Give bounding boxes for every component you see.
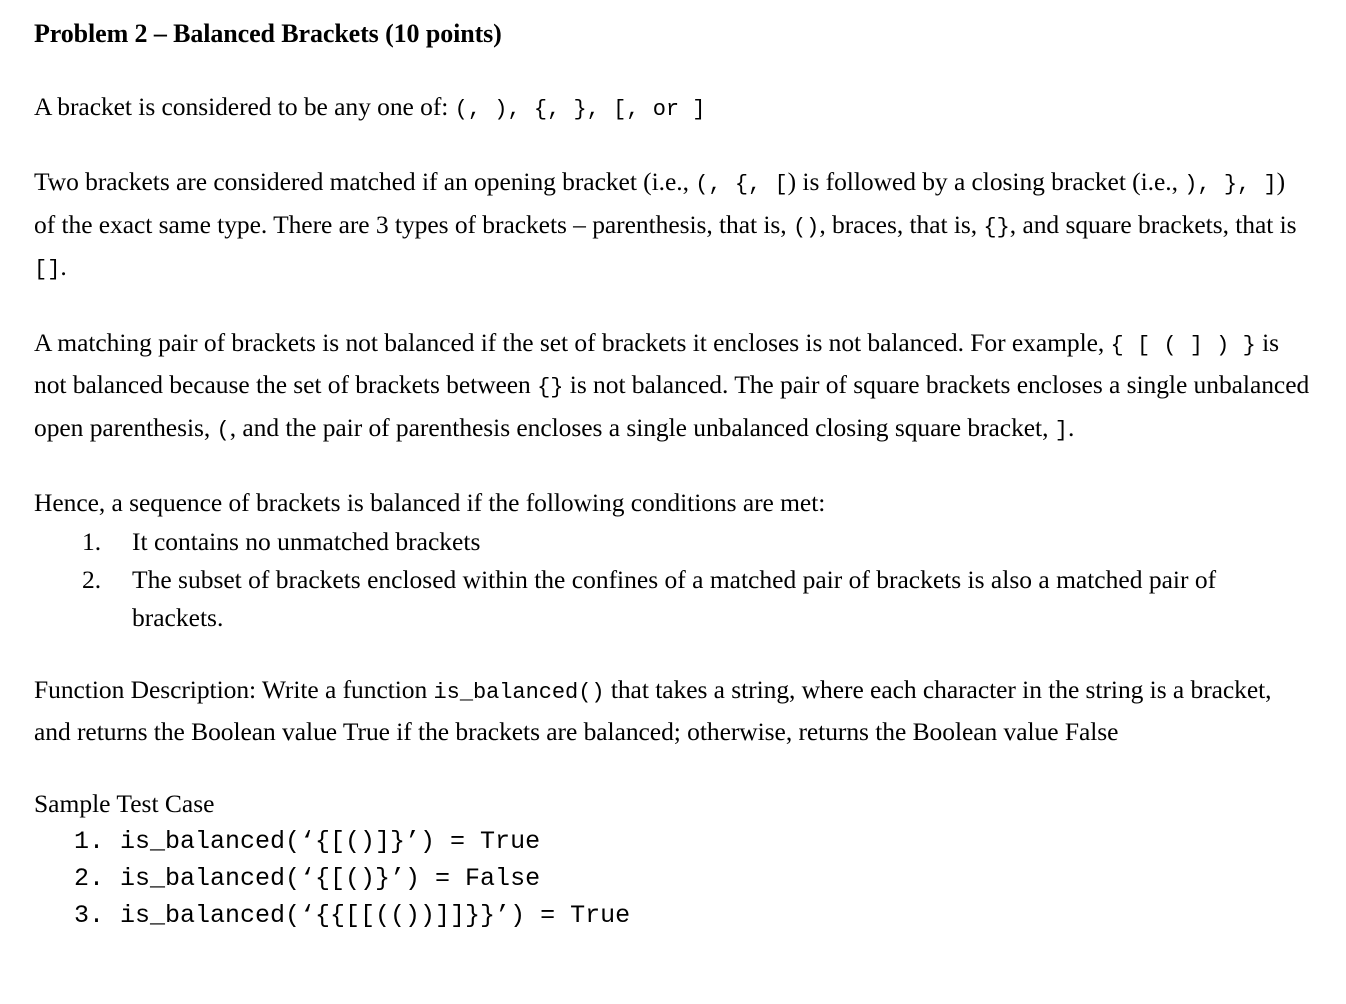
- paragraph-text: A bracket is considered to be any one of…: [34, 91, 455, 121]
- paragraph-unbalanced-example: A matching pair of brackets is not balan…: [34, 323, 1312, 451]
- test-case-text: is_balanced(‘{[()}’) = False: [120, 863, 541, 893]
- test-case-text: is_balanced(‘{[()]}’) = True: [120, 826, 541, 856]
- sample-test-case-heading: Sample Test Case: [34, 788, 215, 818]
- conditions-list: It contains no unmatched brackets The su…: [34, 523, 1312, 637]
- braces-mono: {}: [983, 214, 1010, 240]
- parenthesis-mono: (): [792, 214, 820, 240]
- paragraph-function-description: Function Description: Write a function i…: [34, 670, 1312, 752]
- close-square-mono: ]: [1054, 417, 1068, 443]
- paragraph-text: .: [60, 252, 67, 281]
- page-title: Problem 2 – Balanced Brackets (10 points…: [34, 19, 502, 48]
- paragraph-text: Two brackets are considered matched if a…: [34, 167, 696, 196]
- paragraph-matched-brackets: Two brackets are considered matched if a…: [34, 162, 1312, 290]
- list-item: is_balanced(‘{{[[(())]]}}’) = True: [34, 897, 1312, 934]
- open-brackets-mono: (, {, [: [695, 172, 788, 197]
- paragraph-text: , and the pair of parenthesis encloses a…: [229, 412, 1055, 442]
- test-case-list: is_balanced(‘{[()]}’) = True is_balanced…: [34, 823, 1312, 934]
- braces-mono: {}: [537, 375, 564, 400]
- list-item: It contains no unmatched brackets: [82, 523, 481, 561]
- function-name-mono: is_balanced(): [433, 679, 605, 705]
- document-page: Problem 2 – Balanced Brackets (10 points…: [0, 0, 1346, 934]
- test-case-text: is_balanced(‘{{[[(())]]}}’) = True: [120, 900, 631, 930]
- paragraph-text: , and square brackets, that is: [1009, 209, 1297, 239]
- list-item: is_balanced(‘{[()]}’) = True: [34, 823, 1312, 860]
- paragraph-text: , braces, that is,: [819, 209, 984, 239]
- paragraph-text: Function Description: Write a function: [34, 674, 434, 704]
- open-paren-mono: (: [216, 417, 230, 443]
- close-brackets-mono: ), }, ]: [1184, 172, 1277, 197]
- paragraph-text: .: [1067, 412, 1075, 442]
- paragraph-text: ) is followed by a closing bracket (i.e.…: [787, 167, 1185, 196]
- example-sequence-mono: { [ ( ] ) }: [1110, 332, 1256, 358]
- list-item: The subset of brackets enclosed within t…: [82, 561, 1217, 632]
- paragraph-text: A matching pair of brackets is not balan…: [34, 327, 1111, 357]
- square-brackets-mono: []: [34, 257, 61, 282]
- paragraph-bracket-definition: A bracket is considered to be any one of…: [34, 87, 1312, 130]
- list-item: is_balanced(‘{[()}’) = False: [34, 860, 1312, 897]
- bracket-list-mono: (, ), {, }, [, or ]: [454, 96, 706, 122]
- conditions-intro: Hence, a sequence of brackets is balance…: [34, 488, 826, 517]
